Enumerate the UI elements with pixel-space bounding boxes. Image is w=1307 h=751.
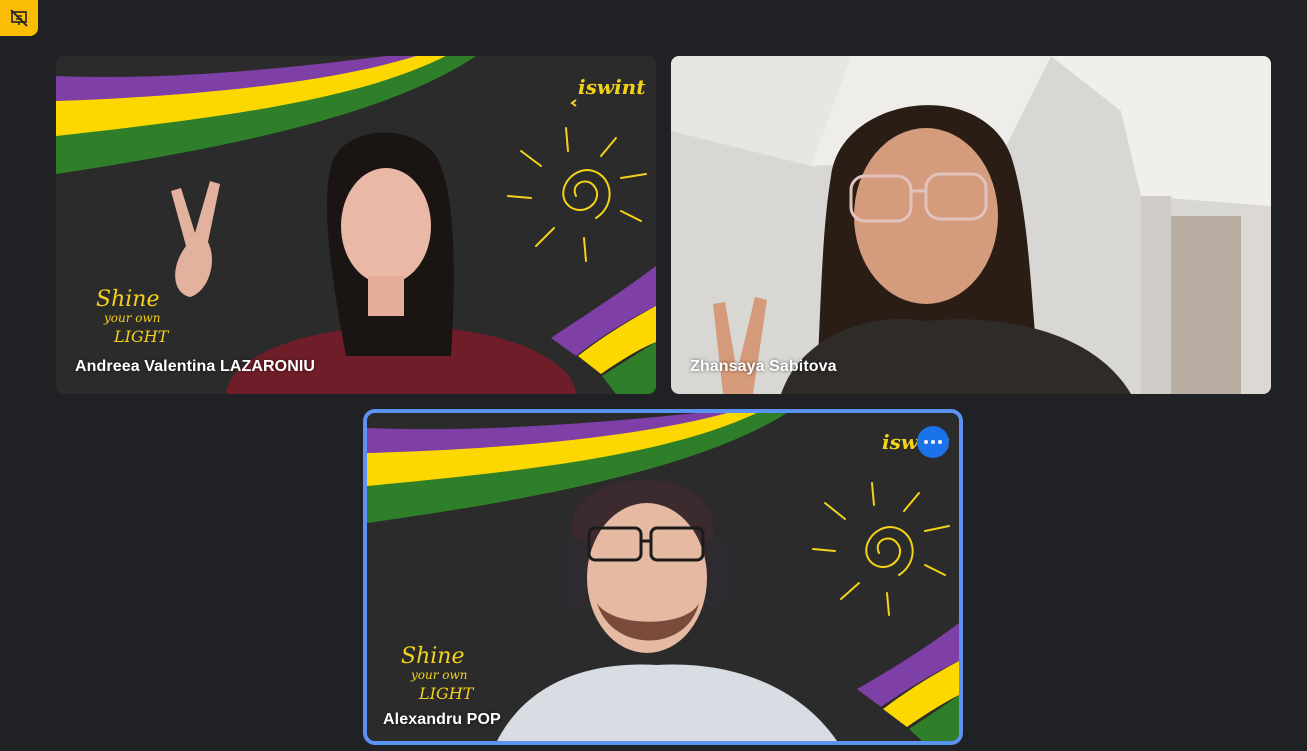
more-options-button[interactable] [917,426,949,458]
participant-tile-zhansaya[interactable]: Zhansaya Sabitova [671,56,1271,394]
participant-name: Alexandru POP [383,711,501,728]
svg-text:Shine: Shine [401,644,464,669]
presentation-off-icon [10,9,28,27]
more-options-icon [924,440,928,444]
participant-name: Zhansaya Sabitova [690,358,837,375]
svg-text:iswint: iswint [578,75,646,99]
svg-text:LIGHT: LIGHT [113,327,170,346]
chalkboard-background: iswint Shine your own LIGHT [56,56,656,394]
camera-video [671,56,1271,394]
participant-name: Andreea Valentina LAZARONIU [75,358,316,375]
presentation-status-badge[interactable] [0,0,38,36]
svg-text:your own: your own [410,668,468,682]
svg-text:LIGHT: LIGHT [418,684,475,703]
svg-text:your own: your own [103,311,161,325]
participant-tile-andreea[interactable]: iswint Shine your own LIGHT Andreea Vale… [56,56,656,394]
chalkboard-background: iswint Shine your own LIGHT [367,413,959,741]
video-call-grid: iswint Shine your own LIGHT Andreea Vale… [0,0,1307,751]
participant-tile-alexandru[interactable]: iswint Shine your own LIGHT Alexandru PO… [363,409,963,745]
svg-text:Shine: Shine [96,287,159,312]
